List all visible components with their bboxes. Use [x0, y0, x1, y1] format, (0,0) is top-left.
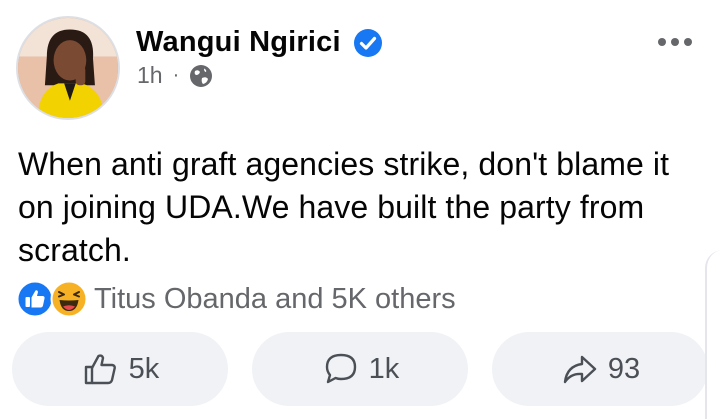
like-button[interactable]: 5k: [12, 332, 228, 406]
avatar[interactable]: [16, 16, 120, 120]
menu-dot: [658, 38, 666, 46]
meta-separator: ·: [172, 64, 180, 86]
share-count: 93: [607, 352, 641, 385]
post-meta: 1h ·: [137, 62, 213, 89]
profile-photo: [18, 18, 118, 118]
post-time[interactable]: 1h: [137, 62, 163, 89]
author-name[interactable]: Wangui Ngirici: [136, 26, 341, 59]
next-card-edge: [705, 250, 720, 419]
like-reaction-icon: [16, 280, 54, 318]
comment-bubble-icon: [325, 353, 356, 384]
reaction-icons: [16, 280, 88, 318]
haha-reaction-icon: [50, 280, 88, 318]
post-text: When anti graft agencies strike, don't b…: [18, 146, 670, 268]
menu-dot: [684, 38, 692, 46]
facebook-post: Wangui Ngirici 1h · When anti graft agen…: [0, 0, 720, 419]
share-button[interactable]: 93: [492, 332, 708, 406]
author-row: Wangui Ngirici: [136, 26, 383, 59]
reactions-summary[interactable]: Titus Obanda and 5K others: [94, 283, 456, 316]
thumbs-up-icon: [84, 354, 116, 385]
share-arrow-icon: [563, 355, 597, 384]
reactions-row[interactable]: Titus Obanda and 5K others: [16, 280, 456, 318]
comment-count: 1k: [368, 352, 400, 385]
action-bar: 5k 1k 93: [12, 332, 708, 406]
menu-dot: [671, 38, 679, 46]
globe-icon[interactable]: [189, 64, 213, 88]
like-count: 5k: [128, 352, 160, 385]
comment-button[interactable]: 1k: [252, 332, 468, 406]
more-horizontal-icon[interactable]: [658, 38, 692, 46]
verified-badge-icon: [353, 28, 382, 57]
